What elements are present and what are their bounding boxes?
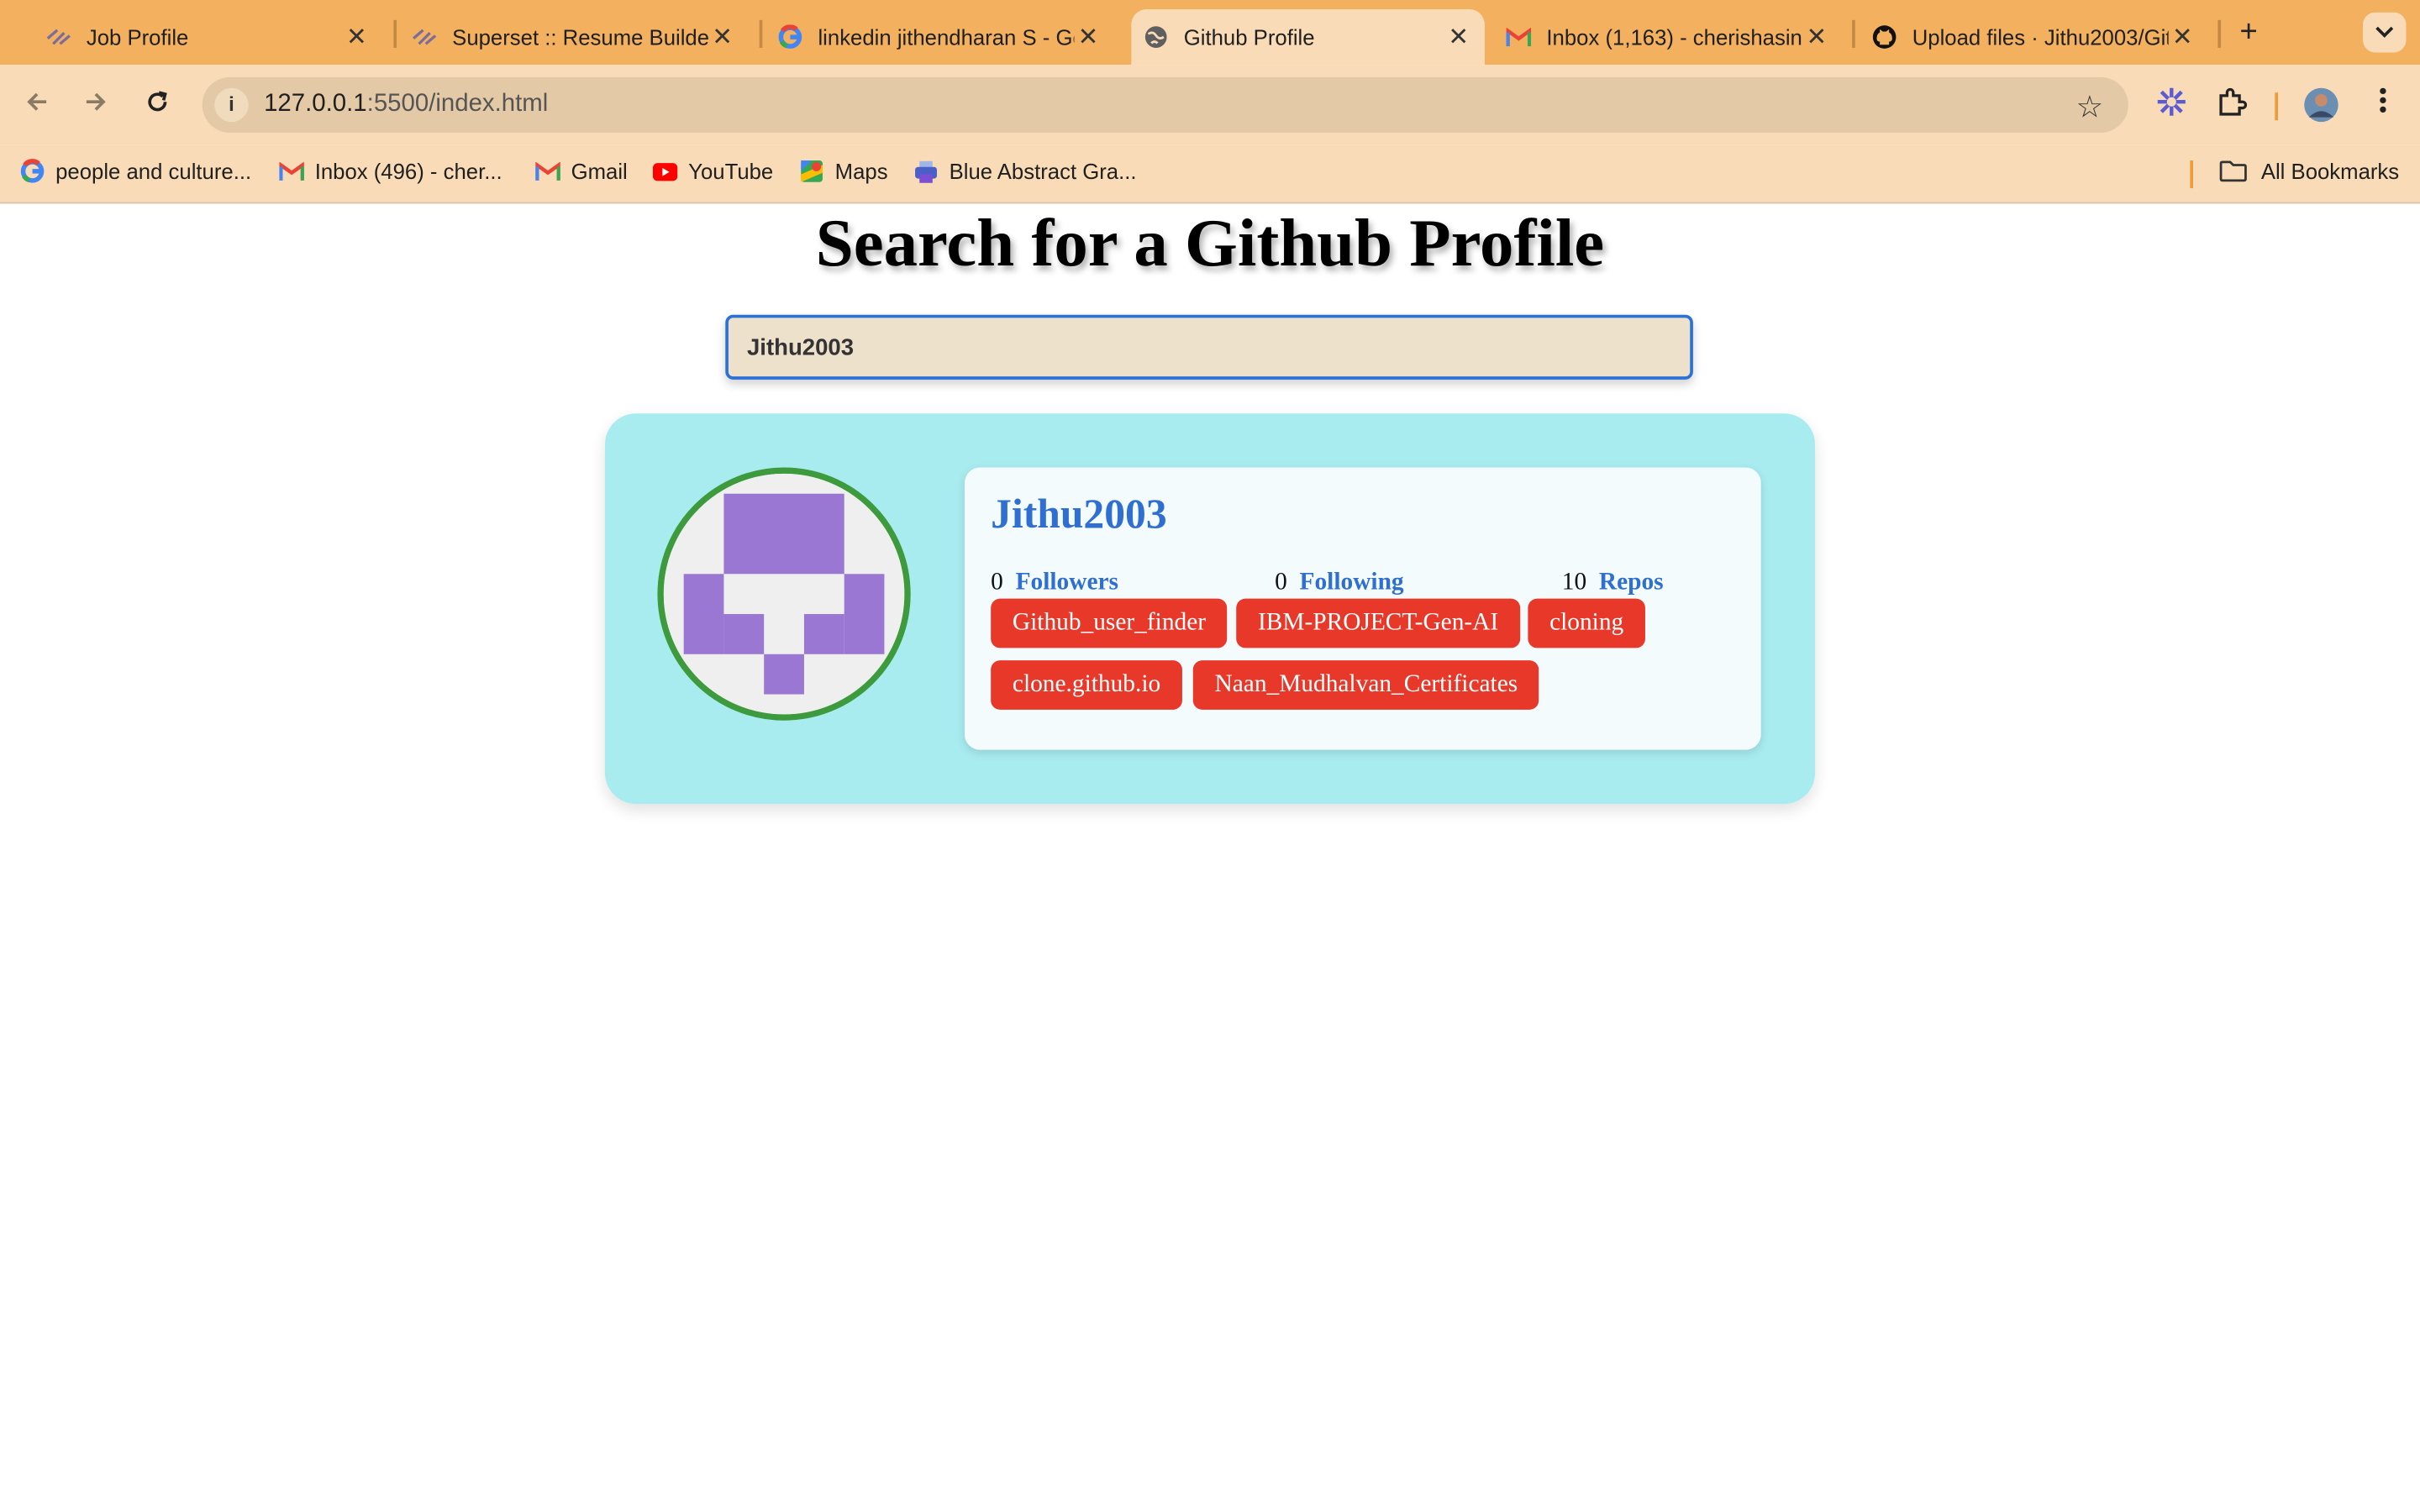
url-path: :5500/index.html [366, 91, 549, 118]
print-icon [913, 159, 938, 183]
site-info-icon[interactable]: i [214, 87, 249, 123]
tab-divider [1852, 19, 1855, 48]
bookmark-blue-abstract[interactable]: Blue Abstract Gra... [913, 159, 1137, 184]
following-count: 0 [1275, 569, 1287, 596]
tab-strip: Job Profile ✕ Superset :: Resume Builder… [0, 0, 2420, 66]
url-text: 127.0.0.1:5500/index.html [264, 91, 548, 118]
more-menu-icon[interactable] [2365, 87, 2402, 123]
arrow-right-icon [83, 90, 108, 121]
arrow-left-icon [24, 90, 49, 121]
tab-github-profile[interactable]: Github Profile ✕ [1131, 9, 1485, 66]
repo-link-clone-github-io[interactable]: clone.github.io [991, 660, 1182, 710]
gmail-icon [535, 159, 560, 183]
identicon-image [663, 473, 905, 715]
bookmark-maps[interactable]: Maps [799, 159, 888, 184]
bookmark-label: Maps [834, 159, 888, 184]
bookmark-star-icon[interactable]: ☆ [2076, 88, 2104, 127]
folder-icon [2219, 159, 2247, 183]
close-icon[interactable]: ✕ [1802, 22, 1830, 53]
extensions-puzzle-icon[interactable] [2213, 87, 2250, 123]
page-title: Search for a Github Profile [815, 205, 1605, 281]
profile-stats: 0 Followers 0 Following 10 Repos [991, 570, 1747, 601]
search-input[interactable] [725, 314, 1693, 380]
tab-title: Upload files · Jithu2003/Github [1912, 24, 2169, 50]
bookmark-youtube[interactable]: YouTube [652, 159, 774, 184]
profile-username[interactable]: Jithu2003 [991, 491, 1166, 538]
gmail-icon [1506, 24, 1532, 49]
tab-upload-files[interactable]: Upload files · Jithu2003/Github ✕ [1860, 9, 2208, 65]
repos-stat: 10 Repos [1562, 570, 1664, 597]
maps-icon [799, 159, 823, 183]
tab-divider [2217, 19, 2222, 48]
repos-label: Repos [1598, 569, 1664, 596]
url-host: 127.0.0.1 [264, 91, 367, 118]
tab-title: Job Profile [86, 24, 189, 50]
back-button[interactable] [18, 87, 55, 123]
github-icon [1872, 24, 1897, 49]
profile-info: Jithu2003 0 Followers 0 Following 10 Repos … [964, 467, 1761, 750]
close-icon[interactable]: ✕ [1444, 22, 1472, 53]
toolbar-divider [2275, 92, 2279, 121]
all-bookmarks-label: All Bookmarks [2260, 159, 2400, 184]
repo-link-ibm-project-gen-ai[interactable]: IBM-PROJECT-Gen-AI [1236, 598, 1520, 648]
bookmarks-bar: people and culture... Inbox (496) - cher… [0, 144, 2420, 204]
tab-search-button[interactable] [2363, 12, 2407, 53]
close-icon[interactable]: ✕ [708, 22, 736, 53]
address-bar[interactable]: i 127.0.0.1:5500/index.html ☆ [202, 76, 2128, 133]
avatar[interactable] [657, 467, 911, 721]
google-icon [778, 24, 802, 49]
tab-title: Superset :: Resume Builder [452, 24, 709, 50]
all-bookmarks-button[interactable]: All Bookmarks [2219, 159, 2400, 184]
forward-button[interactable] [77, 87, 114, 123]
bookmark-label: YouTube [688, 159, 774, 184]
close-icon[interactable]: ✕ [343, 22, 371, 53]
bookmarks-divider [2190, 160, 2193, 189]
followers-label: Followers [1015, 569, 1119, 596]
repo-link-github-user-finder[interactable]: Github_user_finder [991, 598, 1228, 648]
repo-link-naan-mudhalvan[interactable]: Naan_Mudhalvan_Certificates [1192, 660, 1539, 710]
bookmark-people-culture[interactable]: people and culture... [20, 159, 252, 184]
repo-link-cloning[interactable]: cloning [1528, 598, 1645, 648]
tab-title: Github Profile [1183, 24, 1315, 50]
bookmark-label: people and culture... [55, 159, 252, 184]
followers-stat: 0 Followers [991, 570, 1118, 597]
close-icon[interactable]: ✕ [2169, 22, 2196, 53]
profile-card: Jithu2003 0 Followers 0 Following 10 Repos … [605, 413, 1815, 804]
browser-toolbar: i 127.0.0.1:5500/index.html ☆ [0, 65, 2420, 145]
superset-icon [46, 24, 71, 49]
bookmark-label: Gmail [571, 159, 628, 184]
repos-count: 10 [1561, 569, 1587, 596]
bookmark-label: Blue Abstract Gra... [949, 159, 1137, 184]
reload-button[interactable] [139, 87, 176, 123]
youtube-icon [652, 159, 678, 183]
tab-title: linkedin jithendharan S - Google Search [818, 24, 1074, 50]
tab-superset-resume[interactable]: Superset :: Resume Builder ✕ [400, 9, 749, 65]
followers-count: 0 [991, 569, 1003, 596]
close-icon[interactable]: ✕ [1074, 22, 1102, 53]
tab-divider [393, 19, 397, 48]
globe-icon [1144, 24, 1168, 49]
new-tab-button[interactable]: + [2232, 15, 2265, 49]
following-label: Following [1299, 569, 1404, 596]
tab-divider [759, 19, 763, 48]
tab-google-search[interactable]: linkedin jithendharan S - Google Search … [765, 9, 1114, 65]
gmail-icon [279, 159, 304, 183]
profile-avatar-icon[interactable] [2302, 87, 2339, 123]
extension-sparkle-icon[interactable] [2153, 87, 2190, 123]
chevron-down-icon [2375, 22, 2394, 44]
tab-inbox[interactable]: Inbox (1,163) - cherishasingh ✕ [1494, 9, 1843, 65]
tab-job-profile[interactable]: Job Profile ✕ [34, 9, 382, 65]
bookmark-inbox[interactable]: Inbox (496) - cher... [279, 159, 502, 184]
superset-icon [412, 24, 437, 49]
page-content: Search for a Github Profile Jithu2003 Ji… [0, 203, 2420, 1512]
following-stat: 0 Following [1275, 570, 1403, 597]
tab-title: Inbox (1,163) - cherishasingh [1546, 24, 1803, 50]
google-icon [20, 159, 45, 183]
bookmark-gmail[interactable]: Gmail [535, 159, 628, 184]
bookmark-label: Inbox (496) - cher... [314, 159, 502, 184]
reload-icon [145, 90, 170, 121]
